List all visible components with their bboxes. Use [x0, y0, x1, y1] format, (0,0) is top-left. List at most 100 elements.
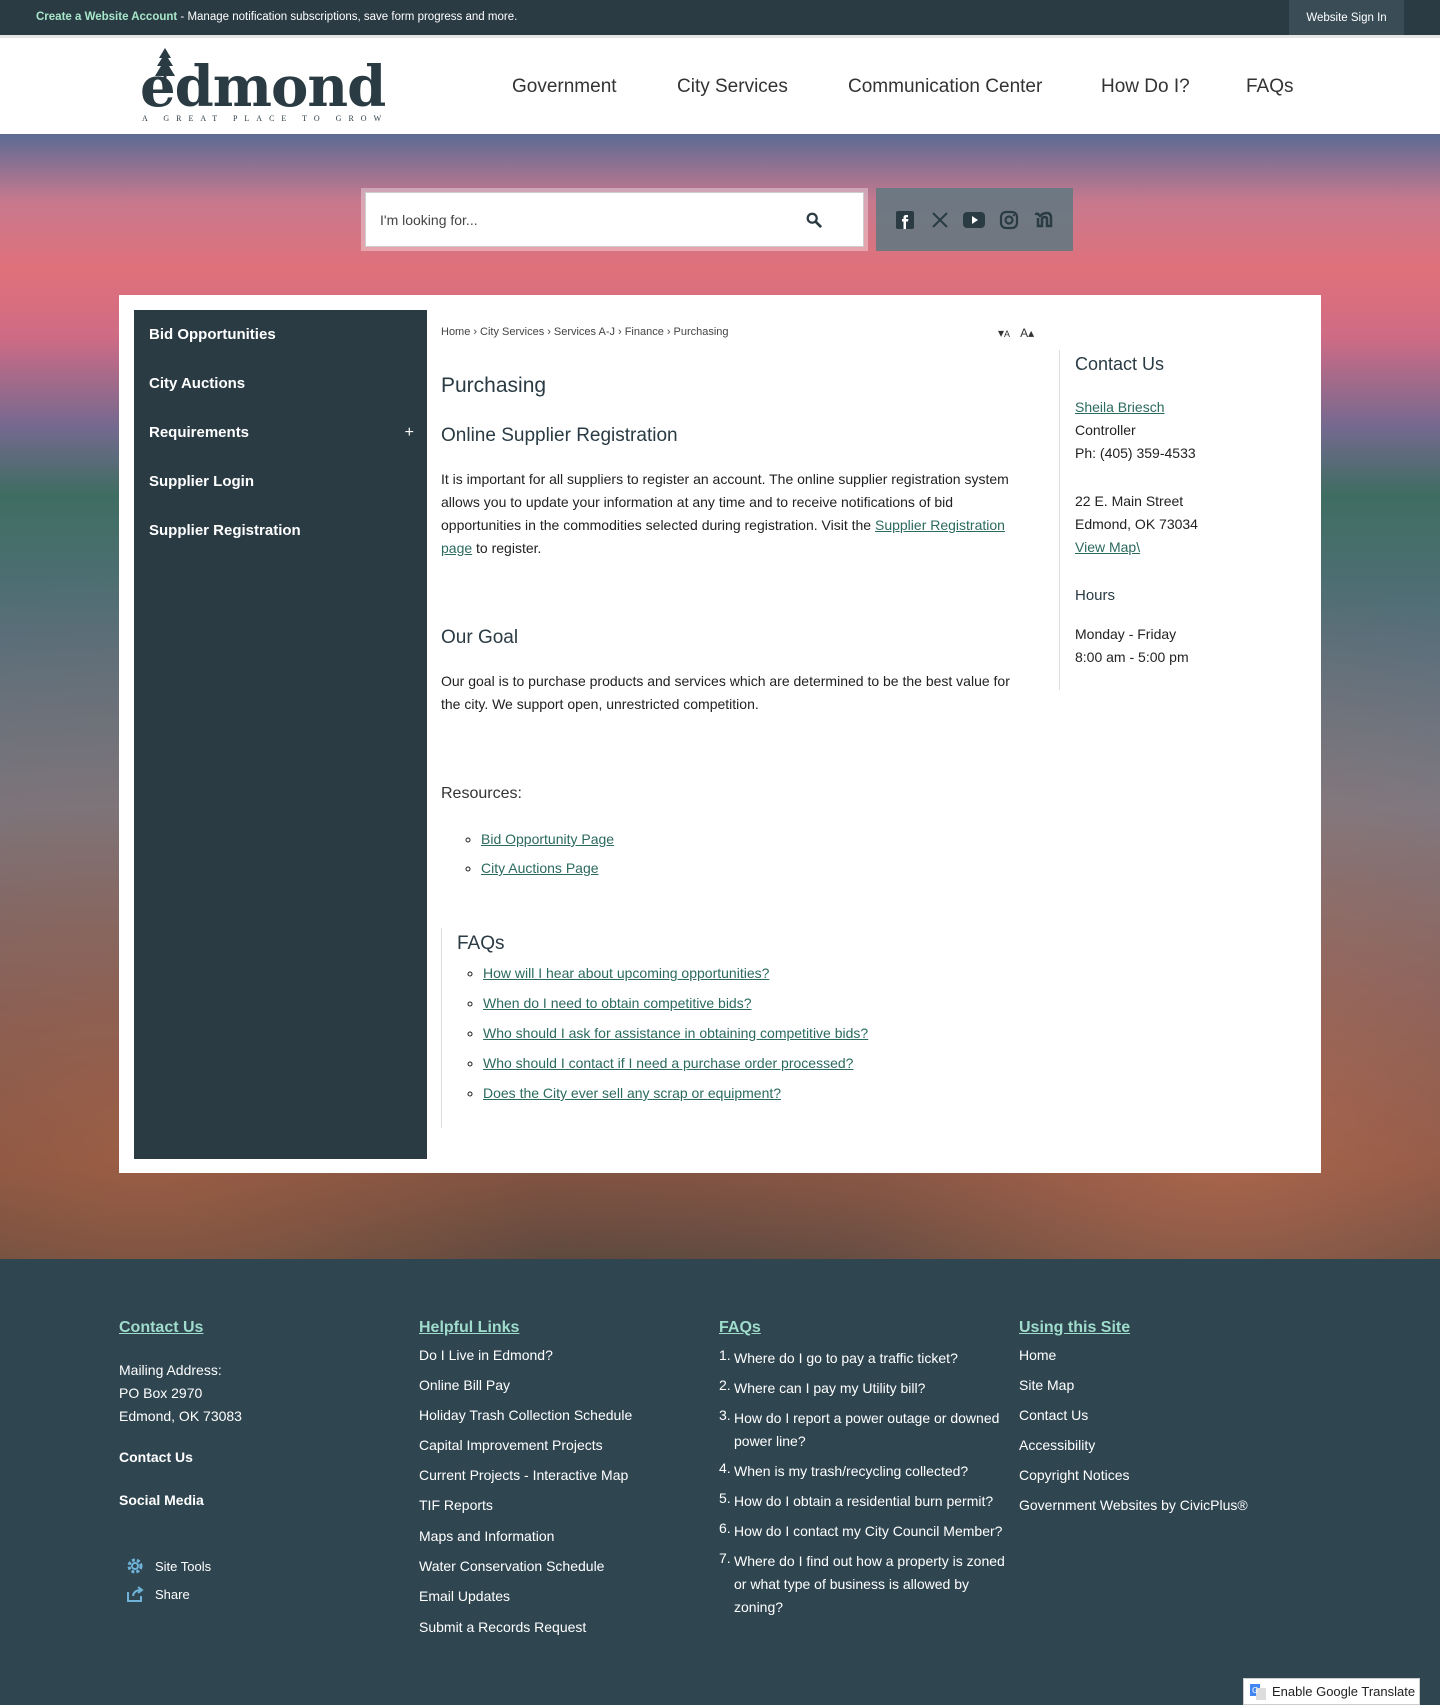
sidenav-requirements[interactable]: Requirements + [149, 424, 414, 441]
google-translate-icon: G [1250, 1683, 1266, 1700]
helpful-link[interactable]: Holiday Trash Collection Schedule [419, 1407, 632, 1423]
faq-link[interactable]: Does the City ever sell any scrap or equ… [483, 1085, 781, 1101]
resources-label: Resources: [441, 785, 522, 802]
nav-city-services[interactable]: City Services [677, 76, 788, 98]
using-site-link[interactable]: Government Websites by CivicPlus® [1019, 1497, 1248, 1513]
search-box [365, 192, 864, 247]
nav-how-do-i[interactable]: How Do I? [1101, 76, 1190, 98]
view-map-link[interactable]: View Map\ [1075, 539, 1140, 555]
faq-link[interactable]: How will I hear about upcoming opportuni… [483, 965, 769, 981]
list-item: City Auctions Page [481, 854, 614, 883]
breadcrumb-home[interactable]: Home [441, 326, 470, 338]
sidenav-label: Requirements [149, 424, 250, 441]
site-tools-label: Site Tools [155, 1558, 212, 1574]
footer-faq-link[interactable]: How do I report a power outage or downed… [734, 1407, 1014, 1453]
nav-communication-center[interactable]: Communication Center [848, 76, 1042, 98]
helpful-link[interactable]: Water Conservation Schedule [419, 1558, 604, 1574]
footer-contact-title[interactable]: Contact Us [119, 1319, 399, 1337]
using-site-title[interactable]: Using this Site [1019, 1319, 1279, 1337]
youtube-icon[interactable] [963, 209, 986, 231]
contact-role: Controller [1075, 422, 1136, 438]
edmond-logo[interactable]: edmond A GREAT PLACE TO GROW [140, 48, 386, 128]
sidenav-bid-opportunities[interactable]: Bid Opportunities [149, 326, 414, 343]
site-tools-button[interactable]: Site Tools [125, 1556, 211, 1576]
list-item: Does the City ever sell any scrap or equ… [483, 1078, 868, 1108]
instagram-icon[interactable] [998, 209, 1020, 231]
helpful-link[interactable]: Online Bill Pay [419, 1377, 510, 1393]
footer-contact-column: Contact Us Mailing Address: PO Box 2970 … [119, 1319, 399, 1602]
footer-faq-link[interactable]: Where do I find out how a property is zo… [734, 1550, 1019, 1619]
helpful-link[interactable]: Maps and Information [419, 1528, 554, 1544]
footer-contact-link[interactable]: Contact Us [119, 1449, 193, 1465]
expand-icon[interactable]: + [405, 424, 414, 442]
breadcrumb-city-services[interactable]: City Services [480, 326, 544, 338]
decrease-text-button[interactable]: ▾A [998, 326, 1010, 340]
logo-tagline: A GREAT PLACE TO GROW [142, 114, 389, 123]
nav-faqs[interactable]: FAQs [1246, 76, 1294, 98]
nextdoor-icon[interactable] [1033, 209, 1055, 231]
sidenav-city-auctions[interactable]: City Auctions [149, 375, 414, 392]
section-title-goal: Our Goal [441, 627, 519, 648]
faq-link[interactable]: When do I need to obtain competitive bid… [483, 995, 752, 1011]
breadcrumb-separator: › [547, 326, 551, 338]
decrease-text-label: A [1004, 329, 1011, 339]
footer-faq-link[interactable]: Where can I pay my Utility bill? [734, 1377, 1014, 1400]
helpful-link[interactable]: Email Updates [419, 1588, 510, 1604]
sidenav-supplier-login[interactable]: Supplier Login [149, 473, 414, 490]
contact-address-2: Edmond, OK 73034 [1075, 516, 1198, 532]
helpful-links-title[interactable]: Helpful Links [419, 1319, 699, 1337]
site-header: edmond A GREAT PLACE TO GROW Government … [0, 35, 1440, 134]
footer-faq-link[interactable]: When is my trash/recycling collected? [734, 1460, 1014, 1483]
increase-text-button[interactable]: A▴ [1020, 326, 1034, 340]
footer-social-link[interactable]: Social Media [119, 1492, 204, 1508]
account-promo: Create a Website Account - Manage notifi… [36, 11, 517, 23]
website-sign-in-button[interactable]: Website Sign In [1289, 0, 1404, 35]
sidenav-supplier-registration[interactable]: Supplier Registration [149, 522, 414, 539]
bid-opportunity-link[interactable]: Bid Opportunity Page [481, 831, 614, 847]
footer-faq-link[interactable]: Where do I go to pay a traffic ticket? [734, 1347, 1014, 1370]
helpful-link[interactable]: Capital Improvement Projects [419, 1437, 603, 1453]
google-translate-button[interactable]: G Enable Google Translate [1243, 1678, 1420, 1705]
faq-link[interactable]: Who should I ask for assistance in obtai… [483, 1025, 868, 1041]
contact-name-link[interactable]: Sheila Briesch [1075, 399, 1165, 415]
search-icon[interactable] [805, 211, 823, 229]
faq-link[interactable]: Who should I contact if I need a purchas… [483, 1055, 853, 1071]
translate-label: Enable Google Translate [1272, 1684, 1416, 1699]
search-input[interactable] [366, 193, 863, 246]
footer-po-box: PO Box 2970 [119, 1385, 203, 1401]
helpful-link[interactable]: Do I Live in Edmond? [419, 1347, 553, 1363]
helpful-link[interactable]: TIF Reports [419, 1497, 493, 1513]
breadcrumb-purchasing[interactable]: Purchasing [674, 326, 729, 338]
footer-faq-link[interactable]: How do I obtain a residential burn permi… [734, 1490, 1014, 1513]
using-site-link[interactable]: Contact Us [1019, 1407, 1088, 1423]
breadcrumb-finance[interactable]: Finance [625, 326, 664, 338]
faqs-list: How will I hear about upcoming opportuni… [465, 958, 868, 1108]
using-site-link[interactable]: Site Map [1019, 1377, 1074, 1393]
facebook-icon[interactable] [894, 209, 916, 231]
share-button[interactable]: Share [125, 1585, 190, 1603]
logo-wordmark: edmond [140, 54, 386, 120]
resources-list: Bid Opportunity Page City Auctions Page [463, 825, 614, 883]
helpful-link[interactable]: Submit a Records Request [419, 1619, 586, 1635]
using-site-link[interactable]: Accessibility [1019, 1437, 1095, 1453]
sidenav-label: Supplier Registration [149, 522, 301, 539]
list-item: How will I hear about upcoming opportuni… [483, 958, 868, 988]
breadcrumb-services-a-j[interactable]: Services A-J [554, 326, 615, 338]
hours-days: Monday - Friday [1075, 626, 1177, 642]
sidenav-label: Supplier Login [149, 473, 254, 490]
create-account-link[interactable]: Create a Website Account [36, 11, 177, 23]
list-item: When do I need to obtain competitive bid… [483, 988, 868, 1018]
using-site-link[interactable]: Copyright Notices [1019, 1467, 1130, 1483]
faq-number: 5. [719, 1490, 731, 1506]
contact-us-widget: Contact Us Sheila Briesch Controller Ph:… [1059, 350, 1304, 690]
faq-number: 4. [719, 1460, 731, 1476]
x-icon[interactable] [929, 209, 951, 231]
using-site-link[interactable]: Home [1019, 1347, 1056, 1363]
city-auctions-link[interactable]: City Auctions Page [481, 860, 599, 876]
helpful-link[interactable]: Current Projects - Interactive Map [419, 1467, 628, 1483]
nav-government[interactable]: Government [512, 76, 617, 98]
contact-address-1: 22 E. Main Street [1075, 493, 1184, 509]
footer-faqs-title[interactable]: FAQs [719, 1319, 1019, 1337]
faqs-title: FAQs [457, 933, 505, 954]
footer-faq-link[interactable]: How do I contact my City Council Member? [734, 1520, 1019, 1543]
